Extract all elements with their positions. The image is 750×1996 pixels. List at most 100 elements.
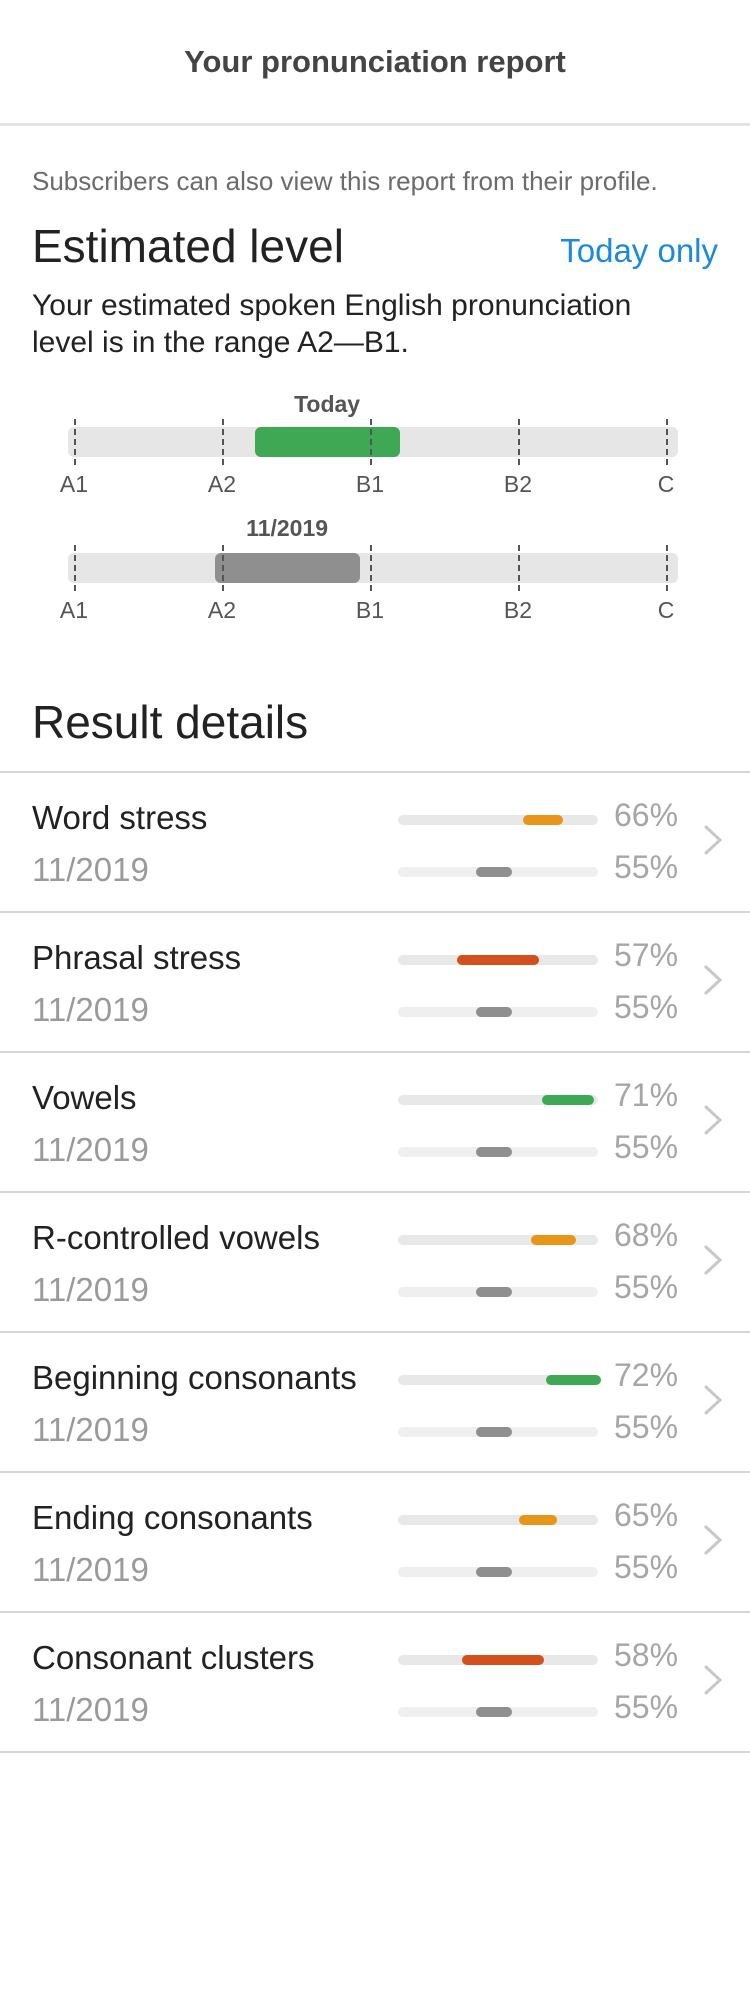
result-name: Ending consonants bbox=[32, 1499, 313, 1536]
previous-percentage: 55% bbox=[614, 1269, 679, 1305]
chevron-right-icon bbox=[704, 1105, 723, 1135]
scale-tick-label: B2 bbox=[503, 471, 533, 497]
result-row[interactable]: Consonant clusters 11/2019 58% 55% bbox=[0, 1613, 750, 1753]
current-score-bar bbox=[398, 955, 598, 965]
result-row[interactable]: Phrasal stress 11/2019 57% 55% bbox=[0, 913, 750, 1053]
result-name: Consonant clusters bbox=[32, 1639, 315, 1676]
result-row[interactable]: Vowels 11/2019 71% 55% bbox=[0, 1053, 750, 1193]
result-name: Phrasal stress bbox=[32, 939, 242, 976]
previous-score-bar bbox=[398, 1287, 598, 1297]
result-date: 11/2019 bbox=[32, 1551, 149, 1588]
previous-percentage: 55% bbox=[614, 1549, 679, 1585]
previous-percentage: 55% bbox=[614, 1689, 679, 1725]
scale-tick-label: C bbox=[657, 471, 675, 497]
scale-tick bbox=[370, 545, 372, 591]
current-percentage: 65% bbox=[614, 1497, 679, 1533]
current-score-fill bbox=[519, 1515, 557, 1525]
scale-tick bbox=[518, 419, 520, 465]
current-score-bar bbox=[398, 1235, 598, 1245]
current-score-fill bbox=[457, 955, 539, 965]
previous-percentage: 55% bbox=[614, 849, 679, 885]
result-details-title: Result details bbox=[32, 696, 309, 748]
current-percentage: 68% bbox=[614, 1217, 679, 1253]
current-score-fill bbox=[530, 1235, 576, 1245]
result-row[interactable]: Ending consonants 11/2019 65% 55% bbox=[0, 1473, 750, 1613]
previous-score-fill bbox=[476, 1427, 512, 1437]
scale-tick-label: B1 bbox=[355, 471, 385, 497]
result-date: 11/2019 bbox=[32, 1411, 149, 1448]
previous-percentage: 55% bbox=[614, 1409, 679, 1445]
result-row[interactable]: Word stress 11/2019 66% 55% bbox=[0, 773, 750, 913]
result-date: 11/2019 bbox=[32, 1691, 149, 1728]
current-percentage: 72% bbox=[614, 1357, 679, 1393]
result-name: Beginning consonants bbox=[32, 1359, 357, 1396]
result-name: R-controlled vowels bbox=[32, 1219, 320, 1256]
scale-tick bbox=[74, 419, 76, 465]
previous-score-bar bbox=[398, 1707, 598, 1717]
current-score-fill bbox=[545, 1375, 601, 1385]
current-percentage: 57% bbox=[614, 937, 679, 973]
current-percentage: 66% bbox=[614, 797, 679, 833]
scale-tick-label: B2 bbox=[503, 597, 533, 623]
scale-tick bbox=[666, 545, 668, 591]
scale-tick-label: A1 bbox=[59, 471, 89, 497]
scale-tick bbox=[666, 419, 668, 465]
scale-tick-label: B1 bbox=[355, 597, 385, 623]
current-percentage: 71% bbox=[614, 1077, 679, 1113]
scale-tick bbox=[518, 545, 520, 591]
result-list: Word stress 11/2019 66% 55% Phrasal stress 11… bbox=[0, 771, 750, 1753]
current-score-bar bbox=[398, 1515, 598, 1525]
top-bar: Your pronunciation report bbox=[0, 0, 750, 126]
previous-score-fill bbox=[476, 1147, 512, 1157]
result-row[interactable]: R-controlled vowels 11/2019 68% 55% bbox=[0, 1193, 750, 1333]
scale-tick-label: A2 bbox=[207, 597, 237, 623]
current-percentage: 58% bbox=[614, 1637, 679, 1673]
level-description: Your estimated spoken English pronunciat… bbox=[32, 289, 632, 359]
scale-range-bar bbox=[214, 553, 360, 583]
today-only-link[interactable]: Today only bbox=[560, 232, 718, 270]
result-row[interactable]: Beginning consonants 11/2019 72% 55% bbox=[0, 1333, 750, 1473]
scale-tick bbox=[370, 419, 372, 465]
previous-score-fill bbox=[476, 1567, 512, 1577]
previous-score-fill bbox=[476, 1707, 512, 1717]
scale-tick-label: C bbox=[657, 597, 675, 623]
previous-percentage: 55% bbox=[614, 1129, 679, 1165]
previous-score-bar bbox=[398, 1147, 598, 1157]
previous-score-bar bbox=[398, 867, 598, 877]
chevron-right-icon bbox=[704, 1385, 723, 1415]
previous-score-fill bbox=[476, 1287, 512, 1297]
result-date: 11/2019 bbox=[32, 851, 149, 888]
chevron-right-icon bbox=[704, 1245, 723, 1275]
scale-range-bar bbox=[254, 427, 400, 457]
current-score-fill bbox=[462, 1655, 544, 1665]
scale-tick bbox=[222, 545, 224, 591]
previous-score-fill bbox=[476, 1007, 512, 1017]
chevron-right-icon bbox=[704, 965, 723, 995]
current-score-fill bbox=[523, 815, 563, 825]
level-scale-today: Today A1 A2 B1 B2 C bbox=[60, 391, 678, 497]
chevron-right-icon bbox=[704, 825, 723, 855]
estimated-level-section: Subscribers can also view this report fr… bbox=[0, 166, 750, 623]
previous-score-bar bbox=[398, 1007, 598, 1017]
scale-label: Today bbox=[294, 391, 361, 417]
scale-track bbox=[68, 553, 678, 583]
scale-tick-label: A2 bbox=[207, 471, 237, 497]
previous-score-fill bbox=[476, 867, 512, 877]
result-date: 11/2019 bbox=[32, 1271, 149, 1308]
previous-score-bar bbox=[398, 1567, 598, 1577]
result-name: Word stress bbox=[32, 799, 208, 836]
scale-label: 11/2019 bbox=[246, 515, 329, 541]
result-date: 11/2019 bbox=[32, 1131, 149, 1168]
page-title: Your pronunciation report bbox=[184, 43, 566, 79]
current-score-bar bbox=[398, 815, 598, 825]
scale-tick bbox=[222, 419, 224, 465]
subscriber-note: Subscribers can also view this report fr… bbox=[32, 166, 658, 196]
chevron-right-icon bbox=[704, 1525, 723, 1555]
scale-tick-label: A1 bbox=[59, 597, 89, 623]
level-scale-previous: 11/2019 A1 A2 B1 B2 C bbox=[60, 515, 678, 623]
scale-tick bbox=[74, 545, 76, 591]
previous-score-bar bbox=[398, 1427, 598, 1437]
current-score-bar bbox=[398, 1655, 598, 1665]
result-name: Vowels bbox=[32, 1079, 137, 1116]
current-score-bar bbox=[398, 1375, 601, 1385]
